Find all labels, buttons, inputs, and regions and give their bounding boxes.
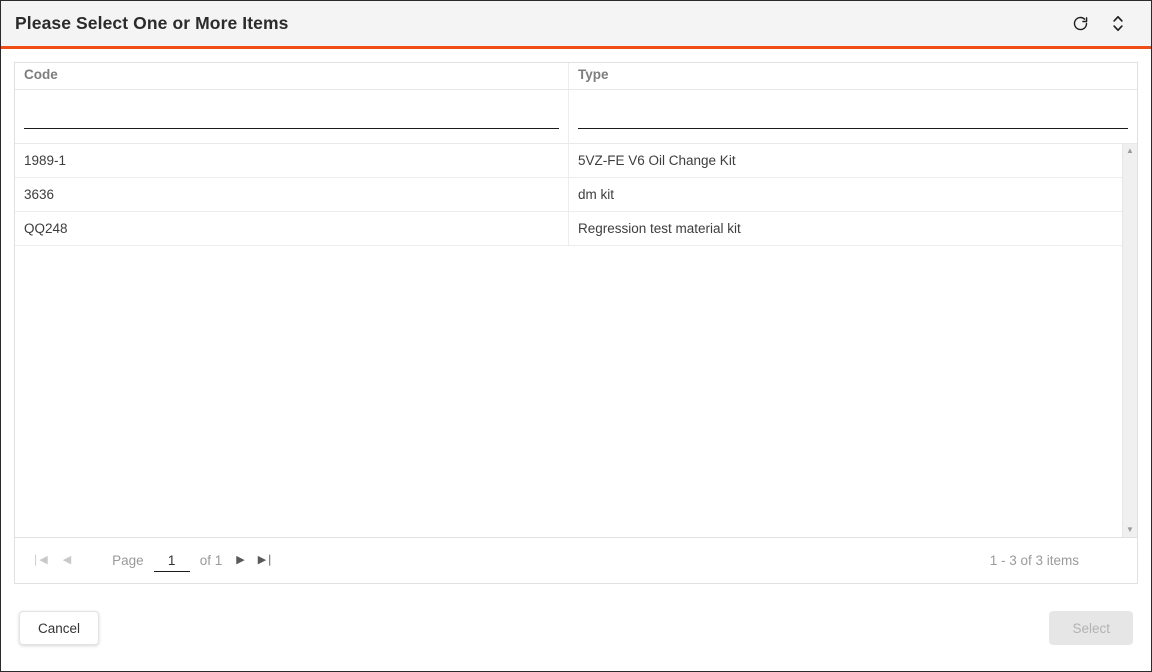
filter-input-type[interactable] [578,104,1128,129]
scroll-down-icon[interactable]: ▼ [1123,523,1138,537]
select-button: Select [1049,610,1133,645]
expand-collapse-icon[interactable] [1107,13,1129,35]
grid-body: 1989-1 5VZ-FE V6 Oil Change Kit 3636 dm … [15,144,1137,537]
page-total-label: of 1 [199,553,223,568]
pager-first-prev: ❘◀ ◀ [31,555,72,566]
cell-type: 5VZ-FE V6 Oil Change Kit [568,144,1122,177]
dialog-titlebar: Please Select One or More Items [1,1,1151,49]
grid-rows: 1989-1 5VZ-FE V6 Oil Change Kit 3636 dm … [15,144,1122,537]
cell-type: dm kit [568,178,1122,211]
refresh-icon[interactable] [1069,13,1091,35]
cell-code: QQ248 [24,221,68,236]
pager-item-count: 1 - 3 of 3 items [989,553,1079,568]
pager-page-selector: Page of 1 [112,549,223,572]
filter-input-code[interactable] [24,104,559,129]
first-page-icon[interactable]: ❘◀ [31,555,48,566]
last-page-icon[interactable]: ▶❘ [258,555,275,566]
column-header-type[interactable]: Type [568,63,1137,89]
items-grid: Code Type 1989-1 5VZ-FE V6 Oil Change Ki… [14,62,1138,538]
filter-cell-code [15,90,568,143]
cell-type: Regression test material kit [568,212,1122,245]
scrollbar-track[interactable] [1123,158,1137,523]
prev-page-icon[interactable]: ◀ [63,555,72,566]
table-row[interactable]: QQ248 Regression test material kit [15,212,1122,246]
table-row[interactable]: 3636 dm kit [15,178,1122,212]
page-title: Please Select One or More Items [15,13,289,33]
select-items-dialog: Please Select One or More Items Code Typ… [0,0,1152,672]
grid-filter-row [15,90,1137,144]
grid-pager: ❘◀ ◀ Page of 1 ▶ ▶❘ 1 - 3 of 3 items [14,538,1138,584]
cell-code: 1989-1 [24,153,67,168]
filter-cell-type [568,90,1137,143]
dialog-footer: Cancel Select [1,584,1151,671]
scroll-up-icon[interactable]: ▲ [1123,144,1138,158]
grid-header-row: Code Type [15,63,1137,90]
titlebar-actions [1069,13,1129,35]
page-number-input[interactable] [153,549,190,572]
column-header-code[interactable]: Code [15,63,568,89]
cell-code: 3636 [24,187,55,202]
cancel-button[interactable]: Cancel [19,610,100,645]
next-page-icon[interactable]: ▶ [236,555,245,566]
vertical-scrollbar[interactable]: ▲ ▼ [1122,144,1137,537]
table-row[interactable]: 1989-1 5VZ-FE V6 Oil Change Kit [15,144,1122,178]
page-label: Page [112,553,144,568]
pager-next-last: ▶ ▶❘ [236,555,275,566]
